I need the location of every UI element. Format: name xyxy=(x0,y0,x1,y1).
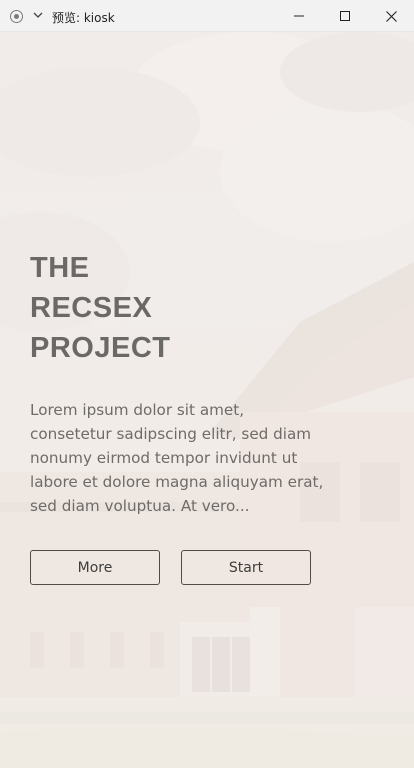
window-title: 预览: kiosk xyxy=(52,11,115,25)
chevron-down-icon[interactable] xyxy=(32,8,44,22)
close-button[interactable] xyxy=(368,0,414,32)
maximize-icon xyxy=(340,11,350,21)
maximize-button[interactable] xyxy=(322,0,368,32)
record-icon[interactable] xyxy=(10,10,23,23)
more-button[interactable]: More xyxy=(30,550,160,585)
window-titlebar: 预览: kiosk xyxy=(0,0,414,32)
minimize-icon xyxy=(294,15,304,17)
close-icon xyxy=(385,10,397,22)
hero-title: THE RECSEX PROJECT xyxy=(30,248,330,368)
start-button[interactable]: Start xyxy=(181,550,311,585)
hero-description: Lorem ipsum dolor sit amet, consetetur s… xyxy=(30,401,324,515)
hero-title-line: THE xyxy=(30,252,90,284)
minimize-button[interactable] xyxy=(276,0,322,32)
hero-title-line: RECSEX xyxy=(30,292,153,324)
hero-title-line: PROJECT xyxy=(30,332,171,364)
